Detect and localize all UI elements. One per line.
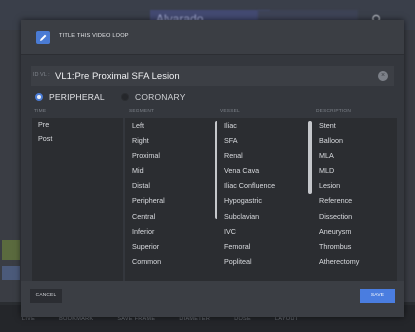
list-item[interactable]: Peripheral xyxy=(125,193,219,208)
list-item[interactable]: Vena Cava xyxy=(217,163,312,178)
column-header-description: DESCRIPTION xyxy=(316,109,351,114)
list-item[interactable]: MLA xyxy=(312,148,397,163)
cancel-button[interactable]: CANCEL xyxy=(30,289,62,303)
radio-label: CORONARY xyxy=(135,92,186,102)
dialog-header: TITLE THIS VIDEO LOOP xyxy=(21,20,404,55)
list-item[interactable]: Superior xyxy=(125,239,219,254)
column-header-segment: SEGMENT xyxy=(129,109,155,114)
list-item[interactable]: Left xyxy=(125,118,219,133)
list-item[interactable]: Subclavian xyxy=(217,209,312,224)
dialog-footer: CANCEL SAVE xyxy=(21,281,404,317)
list-item[interactable]: Stent xyxy=(312,118,397,133)
title-input[interactable] xyxy=(55,68,355,84)
title-video-loop-dialog: TITLE THIS VIDEO LOOP ID VL : × PERIPHER… xyxy=(21,20,404,317)
column-header-vessel: VESSEL xyxy=(220,109,240,114)
radio-selected-icon xyxy=(35,93,43,101)
list-item[interactable]: Iliac xyxy=(217,118,312,133)
list-item[interactable]: Right xyxy=(125,133,219,148)
list-item[interactable]: Post xyxy=(32,132,123,146)
time-list: Pre Post xyxy=(32,118,123,299)
background-thumbnail xyxy=(2,266,20,280)
list-item[interactable]: Thrombus xyxy=(312,239,397,254)
list-item[interactable]: Pre xyxy=(32,118,123,132)
list-item[interactable]: Femoral xyxy=(217,239,312,254)
list-item[interactable]: Dissection xyxy=(312,209,397,224)
dialog-title: TITLE THIS VIDEO LOOP xyxy=(59,33,129,39)
background-thumbnail xyxy=(2,240,20,260)
vessel-list: Iliac SFA Renal Vena Cava Iliac Confluen… xyxy=(217,118,312,299)
list-item[interactable]: Mid xyxy=(125,163,219,178)
segment-list: Left Right Proximal Mid Distal Periphera… xyxy=(125,118,219,299)
list-item[interactable]: Aneurysm xyxy=(312,224,397,239)
field-prefix: ID VL : xyxy=(33,72,50,78)
list-item[interactable]: Reference xyxy=(312,193,397,208)
column-header-time: TIME xyxy=(34,109,47,114)
radio-peripheral[interactable]: PERIPHERAL xyxy=(35,92,105,102)
radio-unselected-icon xyxy=(121,93,129,101)
radio-label: PERIPHERAL xyxy=(49,92,105,102)
list-item[interactable]: Central xyxy=(125,209,219,224)
list-item[interactable]: MLD xyxy=(312,163,397,178)
list-item[interactable]: Iliac Confluence xyxy=(217,178,312,193)
list-item[interactable]: Proximal xyxy=(125,148,219,163)
list-item[interactable]: IVC xyxy=(217,224,312,239)
list-item[interactable]: Inferior xyxy=(125,224,219,239)
save-button[interactable]: SAVE xyxy=(360,289,395,303)
list-item[interactable]: Atherectomy xyxy=(312,254,397,269)
pencil-icon xyxy=(36,31,50,44)
list-item[interactable]: SFA xyxy=(217,133,312,148)
title-field-row: ID VL : × xyxy=(31,66,394,86)
list-item[interactable]: Lesion xyxy=(312,178,397,193)
background-left-panel xyxy=(0,30,22,302)
list-item[interactable]: Hypogastric xyxy=(217,193,312,208)
radio-coronary[interactable]: CORONARY xyxy=(121,92,186,102)
list-item[interactable]: Balloon xyxy=(312,133,397,148)
description-list: Stent Balloon MLA MLD Lesion Reference D… xyxy=(312,118,397,299)
list-item[interactable]: Common xyxy=(125,254,219,269)
list-item[interactable]: Popliteal xyxy=(217,254,312,269)
list-item[interactable]: Renal xyxy=(217,148,312,163)
list-item[interactable]: Distal xyxy=(125,178,219,193)
clear-icon[interactable]: × xyxy=(378,71,388,81)
